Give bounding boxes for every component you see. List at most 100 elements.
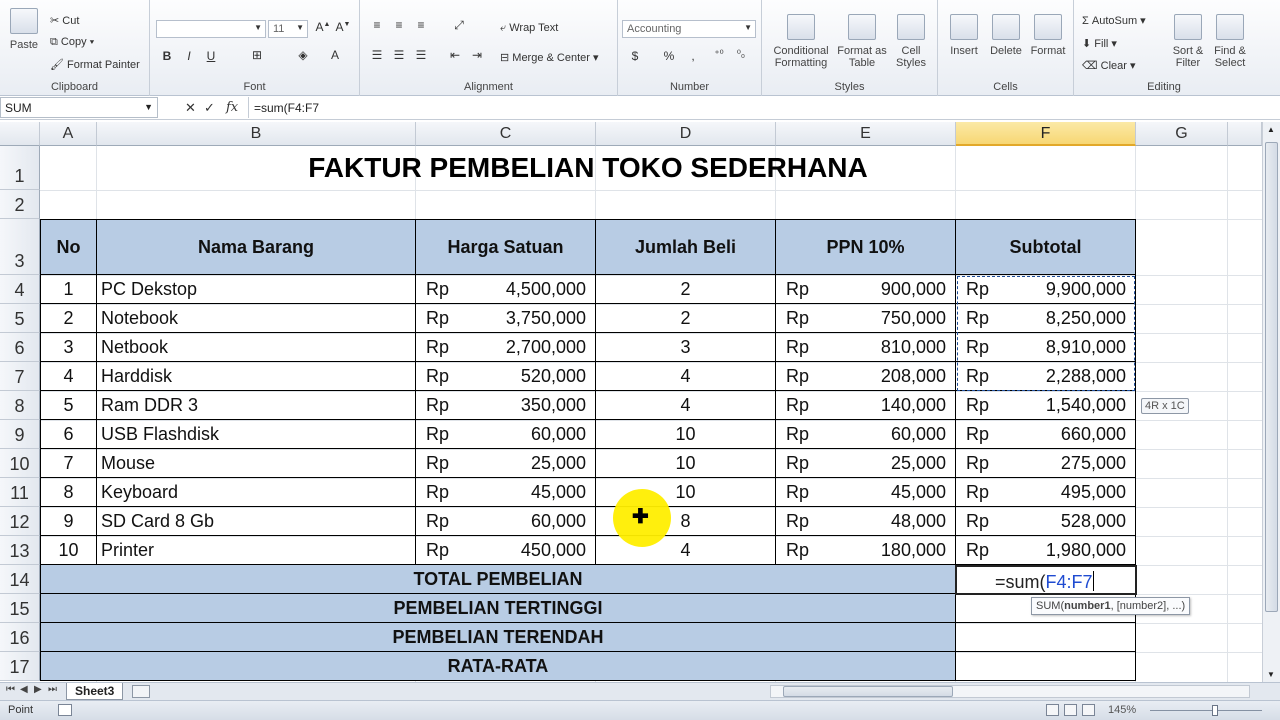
item-no[interactable]: 6 [40,420,97,449]
header-subtotal[interactable]: Subtotal [956,219,1136,275]
item-ppn[interactable]: Rp 180,000 [776,536,956,565]
summary-min-cell[interactable] [956,623,1136,652]
cut-button[interactable]: ✂ Cut [50,14,79,27]
comma-button[interactable]: , [684,49,702,63]
prev-sheet-icon[interactable]: ◀ [20,684,28,695]
find-select-button[interactable]: Find & Select [1210,14,1250,69]
active-edit-cell[interactable]: =sum(F4:F7 [955,565,1137,595]
row-header[interactable]: 9 [0,420,40,449]
item-name[interactable]: Notebook [97,304,416,333]
insert-function-icon[interactable]: fx [226,100,238,115]
summary-average-cell[interactable] [956,652,1136,681]
item-ppn[interactable]: Rp 750,000 [776,304,956,333]
align-center-icon[interactable]: ☰ [390,48,408,62]
zoom-slider[interactable] [1150,710,1262,711]
column-header-e[interactable]: E [776,122,956,146]
item-price[interactable]: Rp 60,000 [416,507,596,536]
sort-filter-button[interactable]: Sort & Filter [1168,14,1208,69]
item-qty[interactable]: 10 [596,449,776,478]
select-all-corner[interactable] [0,122,40,146]
row-header[interactable]: 14 [0,565,40,594]
item-price[interactable]: Rp 4,500,000 [416,275,596,304]
item-no[interactable]: 3 [40,333,97,362]
summary-min-label[interactable]: PEMBELIAN TERENDAH [40,623,956,652]
item-ppn[interactable]: Rp 45,000 [776,478,956,507]
summary-average-label[interactable]: RATA-RATA [40,652,956,681]
align-bottom-icon[interactable]: ≡ [412,18,430,32]
row-header[interactable]: 4 [0,275,40,304]
row-header[interactable]: 11 [0,478,40,507]
insert-button[interactable]: Insert [944,14,984,57]
worksheet-grid[interactable]: A B C D E F G 1 2 3 4 5 6 7 8 9 10 11 12… [0,122,1262,682]
item-subtotal[interactable]: Rp 495,000 [956,478,1136,507]
item-price[interactable]: Rp 350,000 [416,391,596,420]
decrease-decimal-icon[interactable]: ⁰₀ [732,49,750,60]
item-name[interactable]: Printer [97,536,416,565]
percent-button[interactable]: % [660,49,678,63]
sheet-tab-sheet3[interactable]: Sheet3 [66,683,124,700]
column-header-a[interactable]: A [40,122,97,146]
item-price[interactable]: Rp 3,750,000 [416,304,596,333]
row-header[interactable]: 2 [0,190,40,219]
font-color-icon[interactable]: A [326,48,344,62]
conditional-formatting-button[interactable]: Conditional Formatting [768,14,834,69]
orientation-icon[interactable]: ⤢ [450,18,468,33]
zoom-level[interactable]: 145% [1108,704,1136,716]
item-no[interactable]: 1 [40,275,97,304]
item-subtotal[interactable]: Rp 1,980,000 [956,536,1136,565]
underline-button[interactable]: U [202,49,220,63]
fill-button[interactable]: ⬇ Fill ▾ [1082,37,1117,50]
item-ppn[interactable]: Rp 208,000 [776,362,956,391]
item-qty[interactable]: 3 [596,333,776,362]
item-price[interactable]: Rp 2,700,000 [416,333,596,362]
wrap-text-button[interactable]: ⤶ Wrap Text [500,22,558,35]
item-name[interactable]: USB Flashdisk [97,420,416,449]
cell-styles-button[interactable]: Cell Styles [890,14,932,69]
item-name[interactable]: Ram DDR 3 [97,391,416,420]
clear-button[interactable]: ⌫ Clear ▾ [1082,59,1136,72]
item-price[interactable]: Rp 60,000 [416,420,596,449]
invoice-title[interactable]: FAKTUR PEMBELIAN TOKO SEDERHANA [40,146,1136,190]
item-no[interactable]: 10 [40,536,97,565]
borders-icon[interactable]: ⊞ [248,48,266,62]
item-name[interactable]: Netbook [97,333,416,362]
item-name[interactable]: Mouse [97,449,416,478]
item-name[interactable]: Harddisk [97,362,416,391]
item-subtotal[interactable]: Rp 528,000 [956,507,1136,536]
align-left-icon[interactable]: ☰ [368,48,386,62]
paste-button[interactable]: Paste [6,8,42,51]
align-middle-icon[interactable]: ≡ [390,18,408,32]
header-jumlah-beli[interactable]: Jumlah Beli [596,219,776,275]
item-price[interactable]: Rp 450,000 [416,536,596,565]
header-harga-satuan[interactable]: Harga Satuan [416,219,596,275]
summary-total-label[interactable]: TOTAL PEMBELIAN [40,565,956,594]
item-ppn[interactable]: Rp 810,000 [776,333,956,362]
row-header[interactable]: 12 [0,507,40,536]
column-header-f[interactable]: F [956,122,1136,146]
column-header-g[interactable]: G [1136,122,1228,146]
merge-center-button[interactable]: ⊟ Merge & Center ▾ [500,51,599,64]
item-no[interactable]: 5 [40,391,97,420]
column-header-h[interactable] [1228,122,1262,146]
name-box[interactable]: SUM ▼ [0,97,158,118]
item-name[interactable]: Keyboard [97,478,416,507]
item-price[interactable]: Rp 520,000 [416,362,596,391]
item-price[interactable]: Rp 25,000 [416,449,596,478]
function-hint-tooltip[interactable]: SUM(number1, [number2], ...) [1031,597,1191,615]
number-format-combo[interactable]: Accounting ▼ [622,20,756,38]
horizontal-scroll-thumb[interactable] [783,686,953,697]
autosum-button[interactable]: Σ AutoSum ▾ [1082,14,1146,27]
currency-button[interactable]: $ [626,49,644,63]
column-header-d[interactable]: D [596,122,776,146]
horizontal-scrollbar[interactable] [770,685,1250,698]
row-header[interactable]: 3 [0,219,40,275]
item-qty[interactable]: 2 [596,304,776,333]
zoom-slider-knob[interactable] [1212,705,1218,716]
item-ppn[interactable]: Rp 140,000 [776,391,956,420]
row-header[interactable]: 6 [0,333,40,362]
macro-record-icon[interactable] [58,704,72,716]
fill-color-icon[interactable]: ◈ [294,48,312,62]
item-ppn[interactable]: Rp 48,000 [776,507,956,536]
item-qty[interactable]: 4 [596,362,776,391]
item-name[interactable]: PC Dekstop [97,275,416,304]
